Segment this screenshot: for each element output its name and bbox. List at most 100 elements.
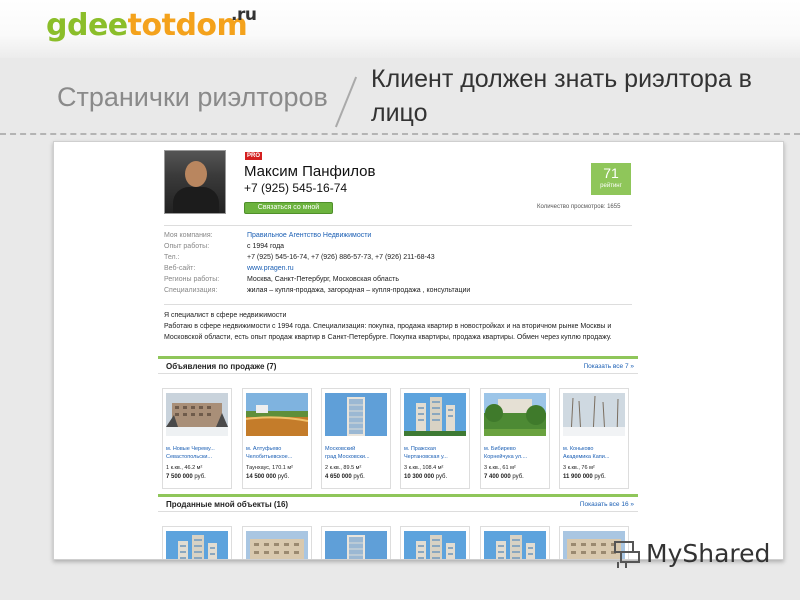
sold-listing-card[interactable] [321,526,391,559]
sold-listing-card[interactable] [242,526,312,559]
info-value: жилая – купля-продажа, загородная – купл… [247,287,471,294]
rating-value: 71 [603,165,619,181]
listing-location[interactable]: м. Новые Черему... Севастопольски... [166,445,231,461]
listing-price: 7 500 000 руб. [166,474,206,480]
info-row: Моя компания: Правильное Агентство Недвиж… [164,230,634,241]
listing-street: Челобитьевское... [246,454,293,460]
listing-area: 3 к.кв., 76 м² [563,465,595,471]
listing-card[interactable]: м. Алтуфьево Челобитьевское... Таунхаус, 1… [242,388,312,489]
photo-body [173,187,219,213]
listing-location[interactable]: м. Коньково Академика Капи... [563,445,628,461]
listing-location[interactable]: м. Бибирево Корнейчука ул.... [484,445,549,461]
listing-photo[interactable] [404,531,466,559]
divider [164,225,632,226]
listing-currency: руб. [277,474,290,480]
listing-price-value: 10 300 000 [404,474,435,480]
watermark-text: MyShared [646,539,771,568]
listing-photo[interactable] [245,393,309,436]
listing-location[interactable]: м. Пражская Чертановская у... [404,445,469,461]
listing-card[interactable]: м. Новые Черему... Севастопольски... 1 к.к… [162,388,232,489]
listing-currency: руб. [594,474,606,480]
sold-section-header: Проданные мной объекты (16) Показать все… [158,494,638,512]
listing-currency: руб. [194,474,206,480]
listing-price: 11 900 000 руб. [563,474,606,480]
listing-photo[interactable] [404,393,466,436]
listing-price: 7 400 000 руб. [484,474,524,480]
header-band: gdeetotdom .ru [0,0,800,58]
listing-price: 4 650 000 руб. [325,474,365,480]
info-label: Специализация: [164,287,218,294]
site-logo[interactable]: gdeetotdom .ru [46,5,257,43]
listing-metro: м. Алтуфьево [246,446,282,452]
listing-area: 1 к.кв., 46.2 м² [166,465,203,471]
listing-metro: м. Пражская [404,446,436,452]
info-value: Москва, Санкт-Петербург, Московская обла… [247,276,399,283]
photo-head [185,161,207,187]
listing-area: 2 к.кв., 89.5 м² [325,465,362,471]
sold-listing-card[interactable] [480,526,550,559]
title-separator [334,76,358,128]
sold-listing-card[interactable] [400,526,470,559]
listing-photo[interactable] [246,531,308,559]
listing-price-value: 11 900 000 [563,474,593,480]
listing-street: град Московски... [325,454,370,460]
listing-photo[interactable] [484,393,546,436]
listing-price-value: 7 400 000 [484,474,511,480]
info-link[interactable]: www.pragen.ru [247,263,294,274]
listing-price-value: 7 500 000 [166,474,193,480]
logo-part-green: gdee [46,8,128,43]
contact-me-button[interactable]: Связаться со мной [244,202,333,214]
info-row: Регионы работы: Москва, Санкт-Петербург, … [164,274,634,285]
listing-photo[interactable] [166,393,228,436]
info-label: Веб-сайт: [164,265,196,272]
rating-label: рейтинг [600,183,622,189]
listing-location[interactable]: м. Алтуфьево Челобитьевское... [246,445,311,461]
agent-photo [164,150,226,214]
views-count: Количество просмотров: 1655 [537,204,621,210]
listing-photo[interactable] [563,393,625,437]
about-headline: Я специалист в сфере недвижимости [164,312,287,319]
info-row: Тел.: +7 (925) 545-16-74, +7 (926) 886-57… [164,252,634,263]
for-sale-section-header: Объявления по продаже (7) Показать все 7… [158,356,638,374]
listing-card[interactable]: м. Пражская Чертановская у... 3 к.кв., 108… [400,388,470,489]
rating-badge: 71 рейтинг [591,163,631,195]
logo-part-orange: totdom [127,8,248,43]
for-sale-title: Объявления по продаже (7) [166,362,277,371]
myshared-logo-icon [614,541,640,568]
show-all-sold-link[interactable]: Показать все 16 » [580,501,634,508]
listing-currency: руб. [353,474,365,480]
info-label: Моя компания: [164,232,213,239]
dashed-divider [0,133,800,135]
listing-street: Академика Капи... [563,454,610,460]
listing-card[interactable]: м. Коньково Академика Капи... 3 к.кв., 76 … [559,388,629,489]
agent-info-table: Моя компания: Правильное Агентство Недвиж… [164,230,634,296]
listing-street: Корнейчука ул.... [484,454,528,460]
slide-section-title: Странички риэлторов [57,82,328,112]
info-label: Тел.: [164,254,180,261]
myshared-watermark: MyShared [612,537,772,571]
listing-price: 10 300 000 руб. [404,474,447,480]
listing-photo[interactable] [484,531,546,559]
listing-location[interactable]: Московский град Московски... [325,445,390,461]
info-row: Специализация: жилая – купля-продажа, заг… [164,285,634,296]
show-all-for-sale-link[interactable]: Показать все 7 » [583,363,634,370]
info-value: с 1994 года [247,243,285,250]
listing-currency: руб. [435,474,448,480]
sold-listing-card[interactable] [162,526,232,559]
listing-card[interactable]: Московский град Московски... 2 к.кв., 89.5… [321,388,391,489]
info-row: Веб-сайт: www.pragen.ru [164,263,634,274]
listing-photo[interactable] [325,393,387,436]
info-value: +7 (925) 545-16-74, +7 (926) 886-57-73, … [247,254,435,261]
listing-currency: руб. [512,474,524,480]
info-link[interactable]: Правильное Агентство Недвижимости [247,230,371,241]
listing-metro: м. Бибирево [484,446,516,452]
info-label: Опыт работы: [164,243,210,250]
listing-photo[interactable] [166,531,228,559]
pro-badge: PRO [245,152,263,160]
divider [164,304,632,305]
listing-photo[interactable] [325,531,387,559]
slide-headline: Клиент должен знать риэлтора в лицо [371,65,752,127]
realtor-page-screenshot: PRO Максим Панфилов +7 (925) 545-16-74 С… [53,141,784,560]
listing-card[interactable]: м. Бибирево Корнейчука ул.... 3 к.кв., 61 … [480,388,550,489]
listing-street: Чертановская у... [404,454,448,460]
